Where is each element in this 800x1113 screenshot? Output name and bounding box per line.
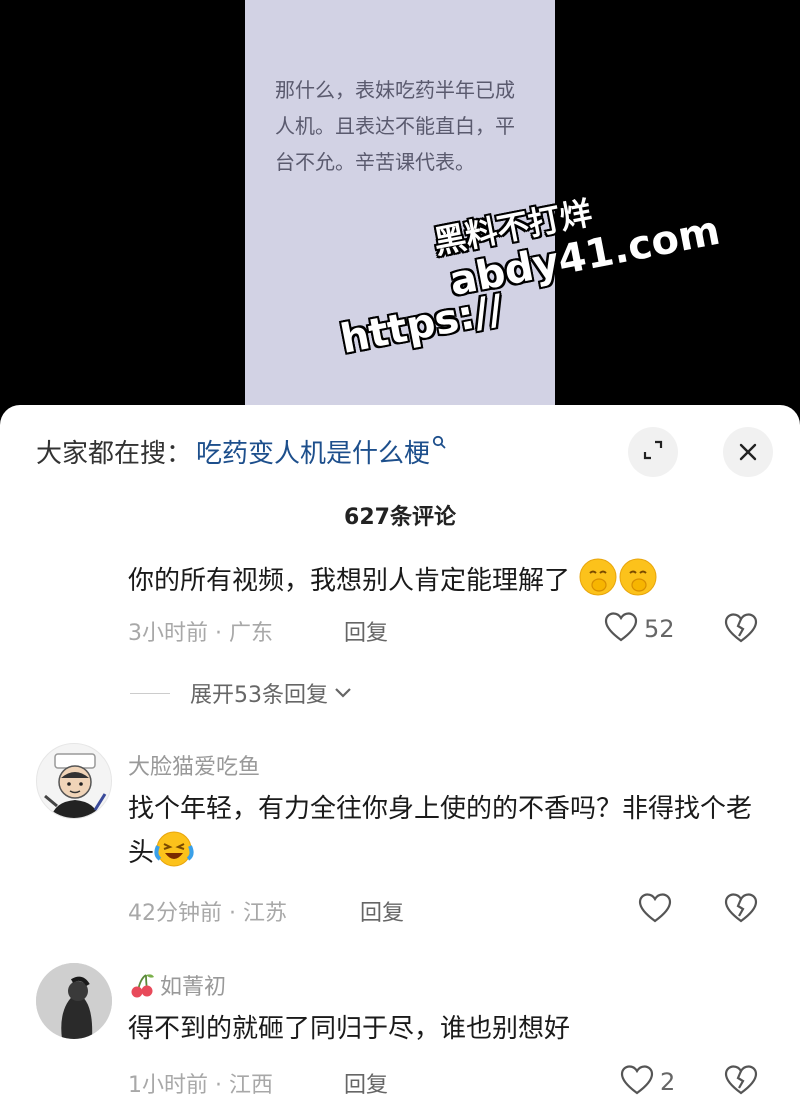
trending-search-link[interactable]: 吃药变人机是什么梗: [196, 433, 430, 470]
cherry-icon: [128, 971, 156, 999]
comment-location: 江苏: [243, 901, 288, 926]
comment-text: 得不到的就砸了同归于尽，谁也别想好: [128, 1014, 571, 1044]
trending-search: 大家都在搜： 吃药变人机是什么梗: [36, 431, 446, 471]
expand-button[interactable]: [628, 427, 678, 477]
like-count: 52: [644, 615, 675, 643]
comment-location: 广东: [229, 621, 274, 646]
reply-button[interactable]: 回复: [344, 1067, 388, 1099]
video-caption: 那什么，表妹吃药半年已成人机。且表达不能直白，平台不允。辛苦课代表。: [275, 78, 515, 174]
comment-text: 找个年轻，有力全往你身上使的的不香吗？非得找个老头: [128, 794, 753, 869]
trending-search-label: 大家都在搜：: [36, 438, 193, 469]
like-count: 2: [660, 1068, 676, 1096]
expand-replies-label: 展开53条回复: [190, 683, 328, 708]
heart-icon: [604, 611, 638, 647]
comment-count: 627条评论: [344, 505, 456, 530]
video-player[interactable]: 那什么，表妹吃药半年已成人机。且表达不能直白，平台不允。辛苦课代表。 黑料不打烊…: [0, 0, 800, 420]
broken-heart-icon: [724, 1065, 758, 1100]
dislike-button[interactable]: [724, 892, 758, 928]
comment-time: 1小时前: [128, 1073, 208, 1098]
chevron-down-icon: [334, 687, 352, 699]
laughing-crying-emoji: [154, 829, 194, 869]
shushing-face-emoji: [578, 557, 618, 597]
comment-text: 你的所有视频，我想别人肯定能理解了: [128, 557, 768, 601]
comment-location: 江西: [229, 1073, 274, 1098]
broken-heart-icon: [724, 893, 758, 928]
heart-icon: [638, 892, 672, 928]
expand-icon: [641, 438, 665, 466]
close-icon: [738, 436, 758, 469]
like-button[interactable]: 52: [604, 611, 675, 647]
dislike-button[interactable]: [724, 612, 758, 648]
comment-time: 42分钟前: [128, 901, 222, 926]
comment-meta: 3小时前 · 广东: [128, 621, 274, 646]
reply-button[interactable]: 回复: [360, 895, 404, 927]
divider: [130, 692, 170, 694]
comment-author-row: 如菁初: [128, 969, 226, 1001]
like-button[interactable]: 2: [620, 1064, 675, 1100]
avatar[interactable]: [36, 963, 112, 1039]
close-button[interactable]: [723, 427, 773, 477]
comment-author[interactable]: 如菁初: [160, 969, 226, 1001]
comment-time: 3小时前: [128, 621, 208, 646]
comment-meta: 42分钟前 · 江苏: [128, 901, 288, 926]
avatar[interactable]: [36, 743, 112, 819]
expand-replies-button[interactable]: 展开53条回复: [130, 677, 352, 709]
dislike-button[interactable]: [724, 1064, 758, 1100]
comment-author[interactable]: 大脸猫爱吃鱼: [128, 749, 260, 781]
reply-button[interactable]: 回复: [344, 615, 388, 647]
comment-sheet: 大家都在搜： 吃药变人机是什么梗 627条评论 你的所有视频，我想别人肯定能理解…: [0, 405, 800, 1113]
search-icon[interactable]: [432, 434, 446, 453]
heart-icon: [620, 1064, 654, 1100]
like-button[interactable]: [638, 892, 672, 928]
comment-meta: 1小时前 · 江西: [128, 1073, 274, 1098]
broken-heart-icon: [724, 613, 758, 648]
shushing-face-emoji: [618, 557, 658, 597]
